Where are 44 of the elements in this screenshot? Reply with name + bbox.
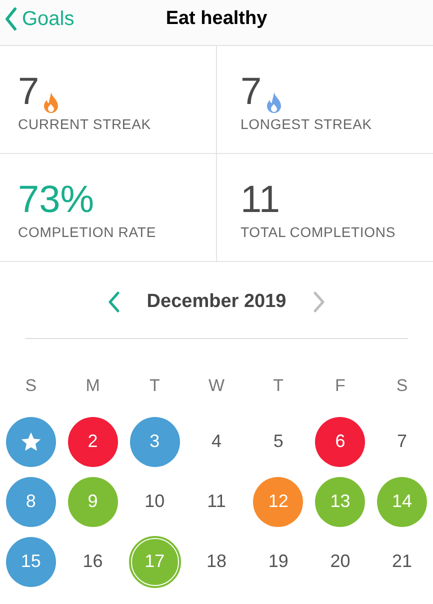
previous-month-button[interactable]: [106, 291, 121, 313]
calendar-day[interactable]: 10: [130, 476, 180, 526]
stat-label: CURRENT STREAK: [18, 115, 152, 134]
weekday-label: W: [208, 375, 225, 397]
stat-value: 7: [240, 72, 262, 112]
weekday-label: M: [86, 375, 100, 397]
calendar-day[interactable]: 13: [315, 476, 366, 526]
stat-label: LONGEST STREAK: [240, 115, 373, 134]
calendar-day[interactable]: 3: [130, 416, 180, 466]
calendar-day[interactable]: 6: [315, 416, 366, 466]
month-title: December 2019: [146, 290, 286, 314]
weekday-label: F: [335, 375, 346, 397]
calendar-day[interactable]: 19: [253, 536, 304, 586]
calendar-day[interactable]: 5: [253, 416, 304, 466]
calendar-day[interactable]: 7: [377, 416, 428, 466]
stat-value: 73%: [18, 180, 94, 220]
next-month-button[interactable]: [312, 291, 326, 313]
weekday-label: S: [25, 375, 37, 397]
chevron-left-icon: [4, 7, 18, 31]
chevron-right-icon: [312, 291, 326, 313]
calendar-day[interactable]: 8: [6, 476, 56, 526]
back-button[interactable]: Goals: [4, 4, 74, 34]
calendar-day[interactable]: 14: [377, 476, 428, 526]
calendar-day[interactable]: 4: [191, 416, 242, 466]
calendar-day[interactable]: 17: [130, 536, 180, 586]
stat-value: 7: [18, 72, 40, 112]
chevron-left-icon: [106, 291, 121, 313]
weekday-label: T: [149, 375, 160, 397]
star-icon: [20, 430, 42, 452]
weekday-label: S: [396, 375, 408, 397]
calendar-day[interactable]: 2: [68, 416, 118, 466]
calendar-day[interactable]: 21: [377, 536, 428, 586]
calendar-day[interactable]: 11: [191, 476, 242, 526]
stat-value: 11: [240, 180, 280, 220]
calendar-day[interactable]: 20: [315, 536, 366, 586]
stat-label: COMPLETION RATE: [18, 223, 158, 242]
weekday-label: T: [273, 375, 284, 397]
stat-label: TOTAL COMPLETIONS: [240, 223, 397, 242]
calendar-day[interactable]: 15: [6, 536, 56, 586]
calendar-day[interactable]: 12: [253, 476, 304, 526]
calendar-day[interactable]: 16: [68, 536, 118, 586]
screen-title: Eat healthy: [166, 7, 268, 32]
calendar-day[interactable]: 9: [68, 476, 118, 526]
calendar-day[interactable]: 18: [191, 536, 242, 586]
